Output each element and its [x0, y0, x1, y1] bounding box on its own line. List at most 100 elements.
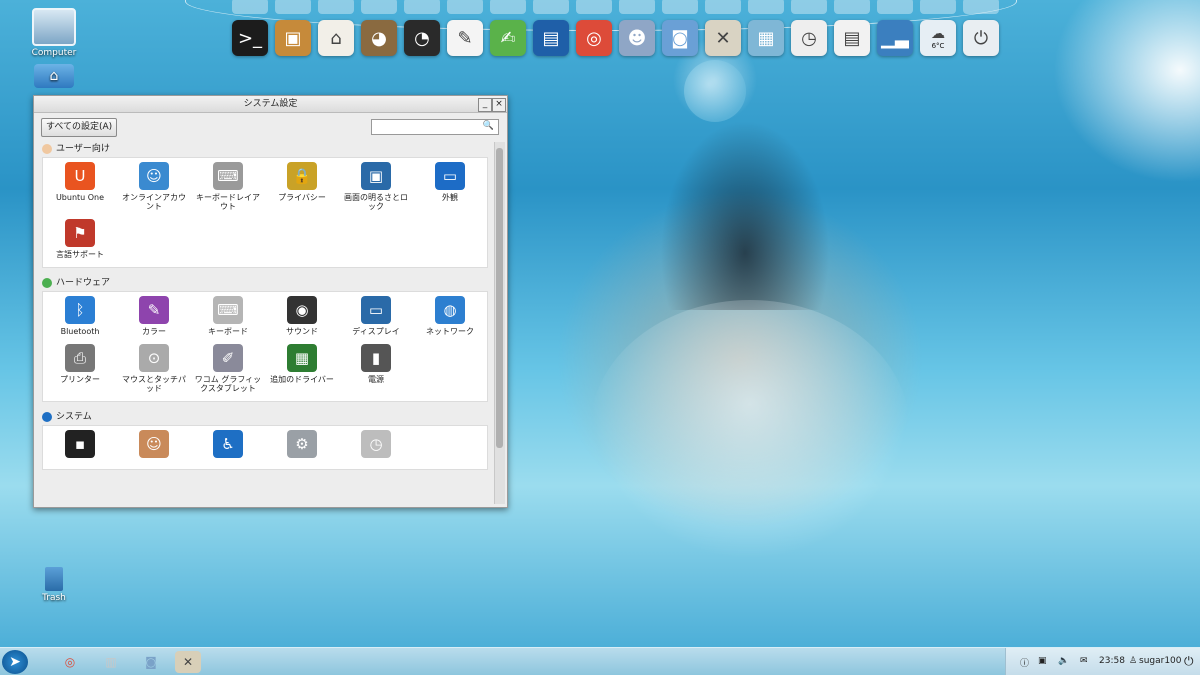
- settings-item[interactable]: ⊙ マウスとタッチパッド: [117, 344, 191, 393]
- system-monitor-icon-glyph: ▤: [843, 27, 861, 49]
- clock-label[interactable]: 23:58: [1099, 656, 1125, 666]
- wacom-tablet-icon: ✐: [213, 344, 243, 372]
- settings-item-label: キーボード: [208, 327, 248, 336]
- volume-tray-icon[interactable]: 🔈: [1058, 656, 1069, 666]
- desktop-home-shortcut[interactable]: ⌂: [24, 64, 84, 90]
- desktop-computer-shortcut[interactable]: Computer: [24, 8, 84, 58]
- text-editor-icon[interactable]: ✎: [447, 20, 483, 56]
- settings-item-label: 追加のドライバー: [270, 375, 334, 384]
- gimp-icon-glyph: ◕: [371, 27, 387, 49]
- dock-reflection-tile: [748, 0, 784, 14]
- network-icon: ◍: [435, 296, 465, 324]
- color-icon-glyph: ✎: [147, 300, 161, 319]
- chrome-icon[interactable]: ◎: [576, 20, 612, 56]
- files-taskbar-icon[interactable]: ▥: [98, 651, 124, 673]
- mixxx-dj-icon[interactable]: ◔: [404, 20, 440, 56]
- ebook-reader-icon[interactable]: ▤: [533, 20, 569, 56]
- close-button[interactable]: ×: [492, 98, 506, 112]
- dock-reflection-tile: [361, 0, 397, 14]
- section-icon: [42, 144, 52, 154]
- bluetooth-icon-glyph: ᛒ: [75, 300, 85, 319]
- terminal-icon[interactable]: >_: [232, 20, 268, 56]
- language-support-icon-glyph: ⚑: [73, 223, 87, 242]
- tools-taskbar-icon[interactable]: ✕: [175, 651, 201, 673]
- screenshot-camera-icon[interactable]: ◙: [662, 20, 698, 56]
- notes-leaf-icon[interactable]: ✍: [490, 20, 526, 56]
- settings-item[interactable]: ⎙ プリンター: [43, 344, 117, 393]
- printer-icon: ⎙: [65, 344, 95, 372]
- dock-reflection-tile: [576, 0, 612, 14]
- weather-cloud-icon[interactable]: ☁ 6°C: [920, 20, 956, 56]
- minimize-button[interactable]: _: [478, 98, 492, 112]
- window-titlebar[interactable]: システム設定 _ ×: [34, 96, 507, 113]
- trash-icon: [45, 567, 63, 591]
- desktop-trash-shortcut[interactable]: Trash: [24, 567, 84, 603]
- settings-item[interactable]: ◉ サウンド: [265, 296, 339, 336]
- info-tray-icon[interactable]: ⓘ: [1020, 656, 1029, 669]
- photo-stamp-icon[interactable]: ☻: [619, 20, 655, 56]
- all-settings-button[interactable]: すべての設定(A): [41, 118, 118, 137]
- workspace-switcher-icon-glyph: ▦: [757, 27, 775, 49]
- start-menu-button[interactable]: ➤: [2, 650, 28, 674]
- system-tools-icon[interactable]: ✕: [705, 20, 741, 56]
- settings-item[interactable]: ⚑ 言語サポート: [43, 219, 117, 259]
- clock-magnifier-icon[interactable]: ◷: [791, 20, 827, 56]
- camera-taskbar-icon-glyph: ◙: [145, 655, 157, 669]
- settings-item[interactable]: ▭ ディスプレイ: [339, 296, 413, 336]
- power-logout-icon[interactable]: ⏻: [963, 20, 999, 56]
- settings-item[interactable]: ◷: [339, 430, 413, 461]
- settings-item[interactable]: ᛒ Bluetooth: [43, 296, 117, 336]
- settings-item[interactable]: ☺: [117, 430, 191, 461]
- system-monitor-icon[interactable]: ▤: [834, 20, 870, 56]
- settings-search-input[interactable]: 🔍: [371, 119, 499, 135]
- settings-item-label: カラー: [142, 327, 166, 336]
- section-heading-label: ユーザー向け: [56, 144, 110, 154]
- workspace-tray-icon[interactable]: ▣: [1038, 656, 1047, 666]
- shutdown-icon[interactable]: ⏻: [1184, 654, 1194, 669]
- cpu-graph-icon[interactable]: ▁▃: [877, 20, 913, 56]
- dock-reflection-tile: [920, 0, 956, 14]
- mail-tray-icon[interactable]: ✉: [1080, 656, 1088, 666]
- settings-item[interactable]: 🔒 プライバシー: [265, 162, 339, 211]
- username-label[interactable]: sugar100: [1139, 656, 1182, 666]
- settings-item-label: サウンド: [286, 327, 318, 336]
- settings-item[interactable]: ▦ 追加のドライバー: [265, 344, 339, 393]
- package-installer-icon[interactable]: ▣: [275, 20, 311, 56]
- camera-taskbar-icon[interactable]: ◙: [138, 651, 164, 673]
- settings-item-label: Bluetooth: [60, 327, 100, 336]
- scrollbar-thumb[interactable]: [496, 148, 503, 448]
- settings-item[interactable]: ▪: [43, 430, 117, 461]
- system-settings-window: システム設定 _ × すべての設定(A) 🔍 ユーザー向け U Ubuntu One…: [33, 95, 508, 508]
- vertical-scrollbar[interactable]: [494, 142, 505, 504]
- settings-item[interactable]: U Ubuntu One: [43, 162, 117, 211]
- dock-reflection-tile: [963, 0, 999, 14]
- mixxx-dj-icon-glyph: ◔: [414, 27, 430, 49]
- settings-item[interactable]: ◍ ネットワーク: [413, 296, 487, 336]
- settings-item-label: ワコム グラフィックスタブレット: [194, 375, 262, 393]
- chrome-icon-glyph: ◎: [586, 27, 602, 49]
- network-icon-glyph: ◍: [443, 300, 457, 319]
- notes-leaf-icon-glyph: ✍: [500, 27, 516, 49]
- settings-item[interactable]: ⌨ キーボード: [191, 296, 265, 336]
- universal-access-icon: ♿: [213, 430, 243, 458]
- settings-item[interactable]: ▮ 電源: [339, 344, 413, 393]
- settings-item[interactable]: ☺ オンラインアカウント: [117, 162, 191, 211]
- settings-item[interactable]: ⚙: [265, 430, 339, 461]
- settings-item[interactable]: ✎ カラー: [117, 296, 191, 336]
- weather-temperature-label: 6°C: [931, 42, 945, 50]
- gimp-icon[interactable]: ◕: [361, 20, 397, 56]
- search-icon: 🔍: [482, 121, 494, 131]
- clock-magnifier-icon-glyph: ◷: [801, 27, 817, 49]
- workspace-switcher-icon[interactable]: ▦: [748, 20, 784, 56]
- home-folder-icon[interactable]: ⌂: [318, 20, 354, 56]
- settings-item[interactable]: ⌨ キーボードレイアウト: [191, 162, 265, 211]
- settings-item[interactable]: ▭ 外観: [413, 162, 487, 211]
- user-icon: ♙: [1129, 656, 1138, 666]
- settings-item-label: 電源: [368, 375, 384, 384]
- keyboard-icon: ⌨: [213, 296, 243, 324]
- package-installer-icon-glyph: ▣: [284, 27, 302, 49]
- settings-item[interactable]: ♿: [191, 430, 265, 461]
- settings-item[interactable]: ▣ 画面の明るさとロック: [339, 162, 413, 211]
- settings-item[interactable]: ✐ ワコム グラフィックスタブレット: [191, 344, 265, 393]
- chrome-taskbar-icon[interactable]: ◎: [57, 651, 83, 673]
